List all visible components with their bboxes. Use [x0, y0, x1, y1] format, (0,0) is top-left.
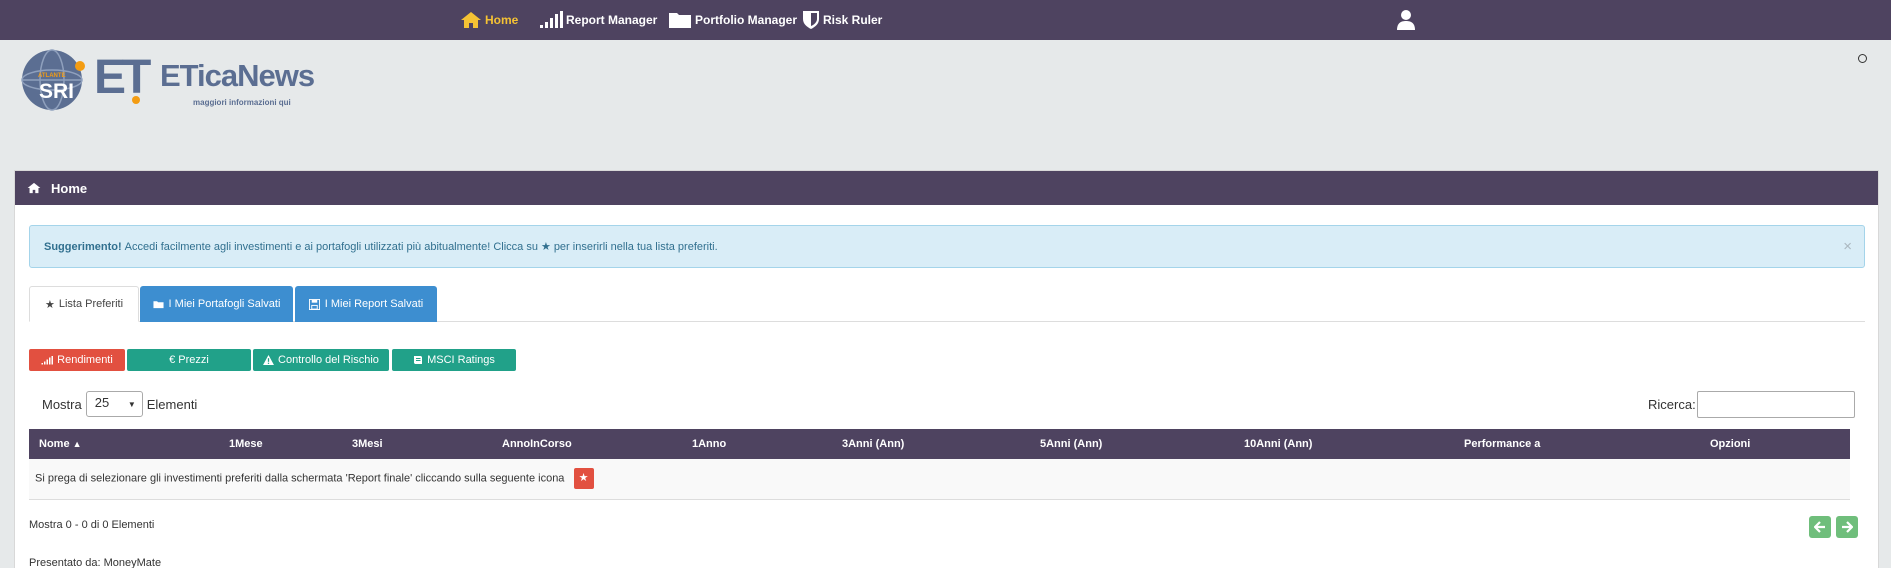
tab-label: I Miei Report Salvati — [324, 298, 424, 310]
star-icon[interactable]: ★ — [573, 468, 594, 490]
user-menu[interactable] — [1396, 0, 1419, 40]
empty-message: Si prega di selezionare gli investimenti… — [35, 472, 565, 485]
search-control: Ricerca: — [1648, 390, 1855, 418]
star-icon: ★ — [44, 298, 55, 311]
nav-report-manager-label: Report Manager — [566, 13, 658, 27]
column-1anno[interactable]: 1Anno — [692, 429, 842, 459]
empty-message-cell: Si prega di selezionare gli investimenti… — [29, 459, 1850, 499]
rendimenti-button[interactable]: Rendimenti — [29, 349, 125, 371]
tabs: ★ Lista Preferiti I Miei Portafogli Salv… — [29, 286, 1865, 322]
alert-text-before: Accedi facilmente agli investimenti e ai… — [124, 240, 538, 253]
column-nome[interactable]: Nome ▲ — [29, 429, 229, 459]
caret-down-icon: ▼ — [127, 400, 136, 409]
tab-lista-preferiti[interactable]: ★ Lista Preferiti — [29, 286, 139, 322]
arrow-right-icon — [1842, 521, 1853, 533]
logo[interactable]: ATLANTE SRI ET ETicaNews maggiori inform… — [18, 48, 315, 113]
nav-home-label: Home — [485, 13, 519, 27]
msci-ratings-button[interactable]: MSCI Ratings — [392, 349, 516, 371]
column-10anni[interactable]: 10Anni (Ann) — [1244, 429, 1464, 459]
msci-ratings-label: MSCI Ratings — [427, 354, 495, 366]
table-header-row: Nome ▲ 1Mese 3Mesi AnnoInCorso 1Anno 3An… — [29, 429, 1850, 459]
warning-icon — [263, 355, 275, 365]
tab-report-salvati[interactable]: I Miei Report Salvati — [295, 286, 437, 322]
panel-title: Home — [51, 180, 88, 196]
page-length-control: Mostra 25 ▼ Elementi — [42, 390, 197, 418]
table-row: Si prega di selezionare gli investimenti… — [29, 459, 1850, 499]
table-info: Mostra 0 - 0 di 0 Elementi — [29, 519, 155, 531]
controllo-rischio-label: Controllo del Rischio — [278, 354, 379, 366]
logo-mark: ET — [94, 51, 151, 104]
arrow-left-icon — [1814, 521, 1825, 533]
column-performance[interactable]: Performance a — [1464, 429, 1710, 459]
next-page-button[interactable] — [1836, 516, 1858, 538]
alert-strong: Suggerimento! — [44, 240, 122, 253]
nav-portfolio-manager[interactable]: Portfolio Manager — [668, 0, 797, 40]
tab-portafogli-salvati[interactable]: I Miei Portafogli Salvati — [140, 286, 293, 322]
home-icon — [27, 182, 41, 194]
book-icon — [414, 356, 423, 364]
length-before-label: Mostra — [42, 396, 82, 412]
prev-page-button[interactable] — [1809, 516, 1831, 538]
save-icon — [308, 298, 320, 310]
nav-report-manager[interactable]: Report Manager — [539, 0, 657, 40]
user-icon — [1397, 10, 1415, 30]
tab-label: I Miei Portafogli Salvati — [168, 298, 281, 310]
length-after-label: Elementi — [146, 396, 198, 412]
logo-badge: SRI — [39, 80, 75, 103]
column-opzioni: Opzioni — [1710, 438, 1751, 450]
column-3mesi[interactable]: 3Mesi — [352, 429, 502, 459]
favorites-table: Nome ▲ 1Mese 3Mesi AnnoInCorso 1Anno 3An… — [29, 429, 1850, 500]
footer-credit: Presentato da: MoneyMate — [29, 557, 162, 568]
column-annoincorso[interactable]: AnnoInCorso — [502, 429, 692, 459]
search-input[interactable] — [1696, 390, 1855, 418]
logo-tagline: maggiori informazioni qui — [193, 98, 291, 107]
folder-icon — [669, 13, 691, 28]
prezzi-button[interactable]: € Prezzi — [127, 349, 251, 371]
home-panel: Home Suggerimento! Accedi facilmente agl… — [14, 170, 1879, 568]
page-length-value: 25 — [94, 395, 110, 410]
controllo-rischio-button[interactable]: Controllo del Rischio — [253, 349, 389, 371]
home-icon — [461, 12, 481, 28]
search-label: Ricerca: — [1648, 396, 1696, 412]
column-1mese[interactable]: 1Mese — [229, 429, 352, 459]
folder-icon — [153, 300, 164, 308]
sort-asc-icon: ▲ — [72, 439, 82, 449]
rendimenti-label: Rendimenti — [57, 354, 113, 366]
column-5anni[interactable]: 5Anni (Ann) — [1040, 429, 1244, 459]
signal-bars-icon — [540, 11, 563, 28]
prezzi-label: € Prezzi — [169, 354, 209, 366]
nav-risk-ruler[interactable]: Risk Ruler — [802, 0, 882, 40]
nav-home[interactable]: Home — [460, 0, 518, 40]
page-length-select[interactable]: 25 ▼ — [85, 391, 143, 417]
alert-text-after: per inserirli nella tua lista preferiti. — [553, 240, 718, 253]
logo-name: ETicaNews — [160, 58, 315, 93]
shield-icon — [803, 11, 819, 29]
panel-heading: Home — [15, 171, 1878, 205]
suggestion-alert: Suggerimento! Accedi facilmente agli inv… — [29, 225, 1865, 268]
alert-close-button[interactable]: × — [1843, 238, 1852, 255]
signal-bars-icon — [41, 355, 54, 364]
logo-badge-small: ATLANTE — [38, 73, 66, 79]
column-3anni[interactable]: 3Anni (Ann) — [842, 429, 1040, 459]
nav-risk-ruler-label: Risk Ruler — [823, 13, 883, 27]
circle-icon — [1858, 54, 1867, 63]
star-icon: ★ — [540, 241, 551, 253]
tab-label: Lista Preferiti — [58, 298, 124, 310]
top-navbar: Home Report Manager Portfolio Manager Ri… — [0, 0, 1891, 40]
logo-dot — [132, 96, 140, 104]
nav-portfolio-manager-label: Portfolio Manager — [695, 13, 798, 27]
